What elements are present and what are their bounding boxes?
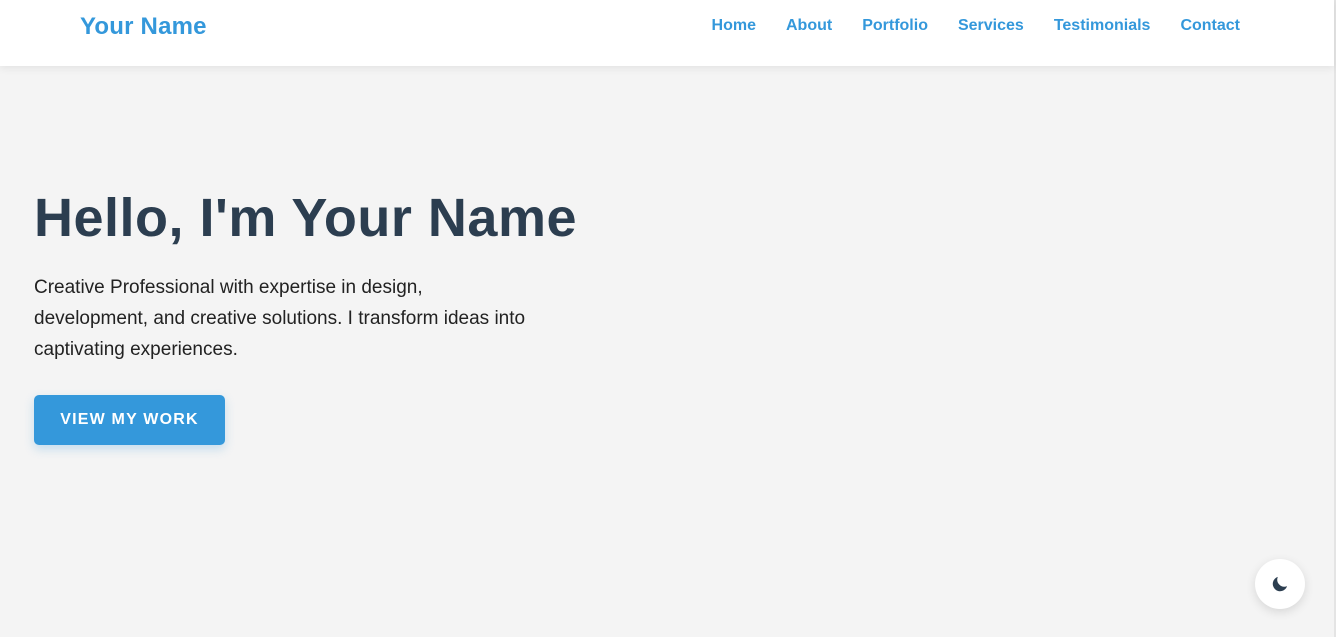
nav-portfolio-link[interactable]: Portfolio (862, 15, 928, 37)
hero-section: Hello, I'm Your Name Creative Profession… (34, 186, 734, 445)
view-my-work-button[interactable]: View My Work (34, 395, 225, 445)
hero-title: Hello, I'm Your Name (34, 188, 577, 248)
site-header: Your Name Home About Portfolio Services … (0, 0, 1334, 66)
nav-testimonials-link[interactable]: Testimonials (1054, 15, 1151, 37)
hero-description: Creative Professional with expertise in … (34, 277, 526, 360)
nav-home-link[interactable]: Home (712, 15, 756, 37)
brand-link[interactable]: Your Name (80, 12, 207, 42)
main-navigation: Home About Portfolio Services Testimonia… (712, 15, 1240, 37)
portfolio-page: Your Name Home About Portfolio Services … (0, 0, 1336, 637)
theme-toggle-button[interactable] (1255, 559, 1305, 609)
moon-icon (1272, 576, 1288, 592)
nav-services-link[interactable]: Services (958, 15, 1024, 37)
nav-about-link[interactable]: About (786, 15, 832, 37)
nav-contact-link[interactable]: Contact (1180, 15, 1240, 37)
